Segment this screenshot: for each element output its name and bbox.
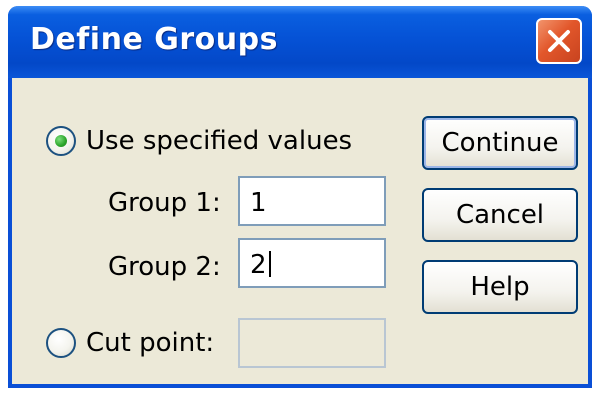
close-button[interactable]	[536, 18, 582, 64]
group2-value: 2	[250, 250, 267, 280]
cut-point-radio[interactable]	[46, 328, 76, 358]
cut-point-label[interactable]: Cut point:	[86, 328, 214, 358]
group1-input[interactable]: 1	[238, 176, 386, 226]
cut-point-input[interactable]	[238, 318, 386, 368]
dialog-title: Define Groups	[30, 22, 278, 57]
use-specified-values-radio[interactable]	[46, 126, 76, 156]
define-groups-dialog: Define Groups Use specified values Group…	[8, 6, 592, 388]
text-cursor	[268, 251, 271, 277]
close-icon	[548, 30, 570, 52]
cancel-button[interactable]: Cancel	[422, 188, 578, 242]
group1-value: 1	[250, 188, 267, 218]
title-bar[interactable]: Define Groups	[8, 6, 592, 78]
use-specified-values-label[interactable]: Use specified values	[86, 126, 352, 156]
help-button[interactable]: Help	[422, 260, 578, 314]
radio-selected-dot	[55, 135, 67, 147]
group2-label: Group 2:	[108, 252, 221, 282]
continue-button[interactable]: Continue	[422, 116, 578, 170]
group2-input[interactable]: 2	[238, 238, 386, 288]
group1-label: Group 1:	[108, 188, 221, 218]
